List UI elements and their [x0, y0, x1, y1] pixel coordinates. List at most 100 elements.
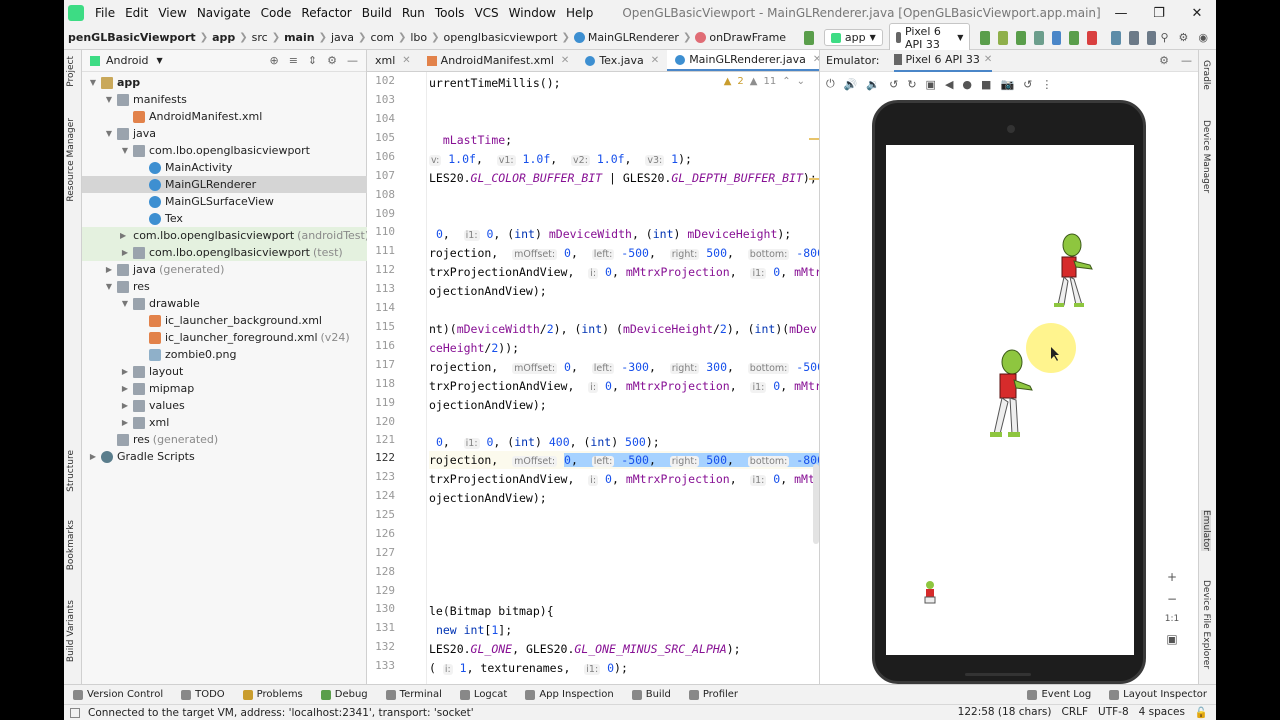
tool-layout-inspector[interactable]: Layout Inspector — [1100, 689, 1216, 700]
tree-item-ic-launcher-background[interactable]: ic_launcher_background.xml — [82, 312, 367, 329]
tab-emulator[interactable]: Emulator — [1201, 510, 1211, 551]
menu-view[interactable]: View — [153, 6, 191, 20]
restore-icon[interactable]: ❐ — [1140, 6, 1178, 21]
tree-item-package-test[interactable]: ▶ com.lbo.openglbasicviewport (test) — [82, 244, 367, 261]
expand-all-icon[interactable]: ⇕ — [308, 54, 317, 67]
tree-item-app[interactable]: ▼ app — [82, 74, 367, 91]
zoom-out-icon[interactable]: − — [1167, 592, 1177, 606]
volume-up-icon[interactable]: 🔊 — [844, 78, 858, 91]
tree-item-mipmap[interactable]: ▶ mipmap — [82, 380, 367, 397]
project-view-select[interactable]: Android — [106, 54, 149, 67]
overview-icon[interactable]: ■ — [981, 78, 991, 91]
screenshot-icon[interactable]: 📷 — [1000, 78, 1014, 91]
tree-item-xml[interactable]: ▶ xml — [82, 414, 367, 431]
breadcrumb-src[interactable]: src — [248, 31, 272, 44]
locate-icon[interactable]: ⊕ — [269, 54, 278, 67]
chevron-up-icon[interactable]: ⌃ — [782, 76, 790, 87]
code-area[interactable]: urrentTimeMillis(); mLastTime; v: 1.0f, … — [429, 72, 819, 684]
tab-bookmarks[interactable]: Bookmarks — [66, 520, 76, 570]
tree-item-package-androidtest[interactable]: ▶ com.lbo.openglbasicviewport (androidTest… — [82, 227, 369, 244]
breadcrumb-project[interactable]: penGLBasicViewport — [64, 31, 200, 44]
tree-item-manifests[interactable]: ▼ manifests — [82, 91, 367, 108]
volume-down-icon[interactable]: 🔉 — [866, 78, 880, 91]
rotate-right-icon[interactable]: ↻ — [907, 78, 916, 91]
breadcrumb-method[interactable]: onDrawFrame — [691, 31, 790, 44]
tree-item-java-generated[interactable]: ▶ java (generated) — [82, 261, 367, 278]
lock-icon[interactable]: 🔓 — [1195, 706, 1208, 719]
menu-refactor[interactable]: Refactor — [296, 6, 356, 20]
fit-screen-icon[interactable]: ▣ — [1166, 632, 1177, 646]
menu-window[interactable]: Window — [504, 6, 561, 20]
rerun-icon[interactable] — [980, 30, 991, 45]
collapse-all-icon[interactable]: ≡ — [289, 54, 298, 67]
tree-item-mainglrenderer[interactable]: MainGLRenderer — [82, 176, 367, 193]
breadcrumb-class[interactable]: MainGLRenderer — [570, 31, 683, 44]
inspection-widget[interactable]: ▲ 2 ▲ 11 ⌃ ⌄ — [724, 76, 805, 87]
minimize-icon[interactable]: — — [1102, 6, 1140, 21]
tree-item-values[interactable]: ▶ values — [82, 397, 367, 414]
tree-item-gradle-scripts[interactable]: ▶ Gradle Scripts — [82, 448, 367, 465]
breadcrumb-app[interactable]: app — [208, 31, 239, 44]
close-icon[interactable]: ✕ — [1178, 6, 1216, 21]
tool-profiler[interactable]: Profiler — [680, 689, 747, 700]
tool-debug[interactable]: Debug — [312, 689, 377, 700]
tree-item-res-generated[interactable]: res (generated) — [82, 431, 367, 448]
tab-xml[interactable]: xml ✕ — [367, 50, 419, 71]
tree-item-package[interactable]: ▼ com.lbo.openglbasicviewport — [82, 142, 367, 159]
tool-logcat[interactable]: Logcat — [451, 689, 516, 700]
panel-settings-icon[interactable]: ⚙ — [327, 54, 337, 67]
tree-item-androidmanifest[interactable]: AndroidManifest.xml — [82, 108, 367, 125]
home-icon[interactable]: ● — [962, 78, 972, 91]
breadcrumb-java[interactable]: java — [327, 31, 358, 44]
emulator-device-tab[interactable]: Pixel 6 API 33 ✕ — [893, 50, 993, 72]
rotate-left-icon[interactable]: ↺ — [889, 78, 898, 91]
tree-item-mainglsurfaceview[interactable]: MainGLSurfaceView — [82, 193, 367, 210]
home-gesture-bar[interactable] — [965, 673, 1031, 676]
caret-position[interactable]: 122:58 (18 chars) — [958, 706, 1052, 719]
tab-resource-manager[interactable]: Resource Manager — [66, 118, 76, 202]
tree-item-drawable[interactable]: ▼ drawable — [82, 295, 367, 312]
status-panel-icon[interactable] — [70, 707, 80, 718]
power-icon[interactable]: ⏻ — [826, 77, 835, 91]
close-tab-icon[interactable]: ✕ — [984, 54, 992, 65]
error-stripe-mark[interactable] — [809, 178, 819, 180]
tool-app-inspection[interactable]: App Inspection — [516, 689, 622, 700]
menu-tools[interactable]: Tools — [430, 6, 470, 20]
search-icon[interactable]: ⚲ — [1160, 31, 1168, 44]
menu-run[interactable]: Run — [397, 6, 430, 20]
stop-icon[interactable] — [1087, 30, 1098, 45]
tab-tex-java[interactable]: Tex.java ✕ — [577, 50, 667, 71]
chevron-down-icon[interactable]: ⌄ — [797, 76, 805, 87]
line-separator[interactable]: CRLF — [1061, 706, 1088, 719]
fold-icon[interactable]: ▣ — [926, 78, 936, 91]
coverage-icon[interactable] — [1069, 30, 1080, 45]
breadcrumb-lbo[interactable]: lbo — [406, 31, 431, 44]
profile-icon[interactable] — [1033, 30, 1044, 45]
breadcrumb-com[interactable]: com — [366, 31, 398, 44]
breadcrumb-main[interactable]: main — [280, 31, 319, 44]
tree-item-mainactivity[interactable]: MainActivity — [82, 159, 367, 176]
more-icon[interactable]: ⋮ — [1041, 78, 1052, 91]
hide-panel-icon[interactable]: — — [347, 54, 358, 67]
file-encoding[interactable]: UTF-8 — [1098, 706, 1129, 719]
tab-gradle[interactable]: Gradle — [1201, 60, 1211, 90]
menu-edit[interactable]: Edit — [120, 6, 153, 20]
tool-todo[interactable]: TODO — [172, 689, 234, 700]
sdk-manager-icon[interactable] — [1146, 30, 1157, 45]
menu-vcs[interactable]: VCS — [469, 6, 503, 20]
sync-gradle-icon[interactable] — [1111, 30, 1121, 45]
apply-changes-icon[interactable] — [998, 30, 1008, 45]
tree-item-layout[interactable]: ▶ layout — [82, 363, 367, 380]
tab-device-file-explorer[interactable]: Device File Explorer — [1201, 580, 1211, 669]
tool-event-log[interactable]: Event Log — [1018, 689, 1100, 700]
device-select[interactable]: Pixel 6 API 33 ▼ — [888, 22, 971, 53]
tab-project[interactable]: Project — [66, 56, 76, 87]
hide-panel-icon[interactable]: — — [1181, 54, 1192, 67]
tree-item-java[interactable]: ▼ java — [82, 125, 367, 142]
emulator-settings-icon[interactable]: ⚙ — [1159, 54, 1169, 67]
tool-terminal[interactable]: Terminal — [377, 689, 451, 700]
close-tab-icon[interactable]: ✕ — [651, 55, 659, 66]
indent-setting[interactable]: 4 spaces — [1139, 706, 1185, 719]
back-icon[interactable]: ◀ — [945, 78, 953, 91]
device-manager-icon[interactable] — [1128, 30, 1139, 45]
